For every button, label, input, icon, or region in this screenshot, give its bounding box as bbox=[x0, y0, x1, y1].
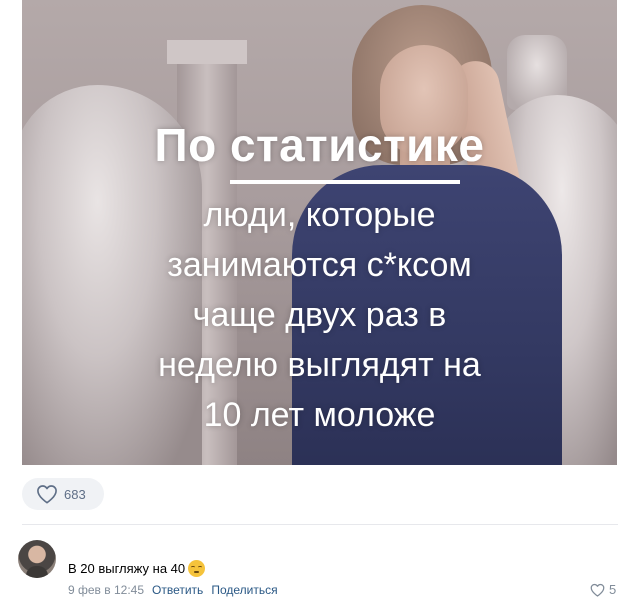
divider bbox=[22, 524, 618, 525]
commenter-avatar[interactable] bbox=[18, 540, 56, 578]
post-image[interactable]: По статистике люди, которые занимаются с… bbox=[22, 0, 617, 465]
reply-link[interactable]: Ответить bbox=[152, 583, 203, 597]
image-headline: По статистике bbox=[154, 119, 485, 171]
caption-line: занимаются с*ксом bbox=[167, 246, 472, 284]
caption-line: 10 лет моложе bbox=[203, 396, 436, 434]
like-button[interactable]: 683 bbox=[22, 478, 104, 510]
like-count: 683 bbox=[64, 486, 86, 502]
headline-underline bbox=[230, 180, 460, 184]
share-link[interactable]: Поделиться bbox=[211, 583, 277, 597]
image-caption: люди, которые занимаются с*ксом чаще дву… bbox=[22, 190, 617, 440]
comment-body: В 20 выгляжу на 40 bbox=[68, 560, 206, 577]
caption-line: чаще двух раз в bbox=[192, 296, 447, 334]
image-text-overlay: По статистике люди, которые занимаются с… bbox=[22, 0, 617, 465]
comment-like-button[interactable]: 5 bbox=[590, 582, 616, 597]
relieved-face-emoji-icon bbox=[188, 560, 206, 577]
heart-outline-icon bbox=[590, 583, 605, 597]
comment-like-count: 5 bbox=[609, 582, 617, 597]
heart-outline-icon bbox=[37, 485, 57, 504]
comment-text: В 20 выгляжу на 40 bbox=[68, 561, 186, 576]
comment-date[interactable]: 9 фев в 12:45 bbox=[68, 583, 144, 597]
caption-line: люди, которые bbox=[203, 196, 436, 234]
caption-line: неделю выглядят на bbox=[158, 346, 481, 384]
comment-meta: 9 фев в 12:45 Ответить Поделиться bbox=[68, 583, 278, 597]
